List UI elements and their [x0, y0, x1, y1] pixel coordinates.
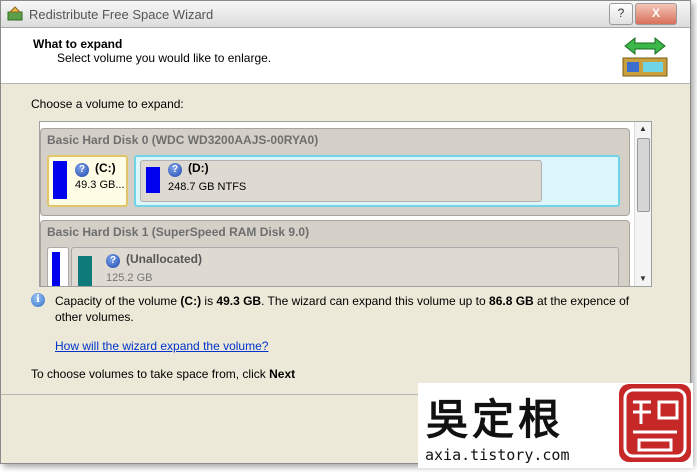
volume-c-bar — [53, 161, 67, 199]
footer-instruction: To choose volumes to take space from, cl… — [31, 367, 295, 381]
seal-stamp-icon — [619, 384, 691, 462]
capacity-text-part: Capacity of the volume — [55, 294, 181, 308]
disk-list-scrollbar[interactable]: ▲ ▼ — [634, 122, 651, 286]
help-icon: ? — [168, 163, 182, 177]
help-icon: ? — [75, 163, 89, 177]
volume-c-label: (C:) — [95, 161, 116, 175]
expand-volume-icon — [622, 36, 668, 77]
volume-d-info: 248.7 GB NTFS — [168, 181, 247, 193]
title-bar[interactable]: Redistribute Free Space Wizard ? X — [1, 1, 690, 28]
info-icon: i — [31, 293, 45, 307]
scroll-up-icon[interactable]: ▲ — [635, 122, 651, 136]
watermark-url: axia.tistory.com — [425, 446, 570, 464]
unallocated-bar — [78, 256, 92, 286]
capacity-text: Capacity of the volume (C:) is 49.3 GB. … — [55, 293, 655, 325]
help-icon: ? — [106, 254, 120, 268]
window-title: Redistribute Free Space Wizard — [29, 7, 214, 22]
watermark-text: 吳定根 — [426, 395, 565, 444]
wizard-header: What to expand Select volume you would l… — [1, 28, 690, 84]
volume-d-label: (D:) — [188, 161, 209, 175]
footer-text-part: To choose volumes to take space from, cl… — [31, 367, 270, 381]
capacity-text-part: . The wizard can expand this volume up t… — [261, 294, 490, 308]
scroll-down-icon[interactable]: ▼ — [635, 272, 651, 286]
unallocated-label: (Unallocated) — [126, 252, 203, 266]
footer-next-word: Next — [269, 367, 296, 381]
disk-0: Basic Hard Disk 0 (WDC WD3200AAJS-00RYA0… — [40, 128, 630, 216]
volume-d-bar — [146, 167, 160, 193]
disk-1: Basic Hard Disk 1 (SuperSpeed RAM Disk 9… — [40, 220, 630, 286]
page-title: What to expand — [33, 37, 123, 51]
volume-c[interactable]: ? (C:) 49.3 GB... — [47, 155, 128, 207]
disk-0-title: Basic Hard Disk 0 (WDC WD3200AAJS-00RYA0… — [47, 133, 319, 147]
scroll-thumb[interactable] — [637, 138, 650, 212]
choose-volume-label: Choose a volume to expand: — [31, 97, 184, 111]
unallocated-space[interactable]: ? (Unallocated) 125.2 GB — [71, 247, 619, 286]
volume-d[interactable]: ? (D:) 248.7 GB NTFS — [134, 155, 620, 207]
disk-list[interactable]: Basic Hard Disk 0 (WDC WD3200AAJS-00RYA0… — [39, 121, 652, 287]
close-button[interactable]: X — [635, 3, 677, 25]
volume-c-info: 49.3 GB... — [75, 179, 125, 191]
help-button[interactable]: ? — [609, 3, 633, 25]
capacity-max: 86.8 GB — [489, 294, 534, 308]
capacity-text-part: is — [201, 294, 217, 308]
volume-ram-bar — [52, 252, 60, 286]
capacity-size: 49.3 GB — [216, 294, 262, 308]
app-icon — [7, 6, 23, 21]
volume-ram[interactable] — [47, 247, 69, 286]
disk-1-title: Basic Hard Disk 1 (SuperSpeed RAM Disk 9… — [47, 225, 310, 239]
capacity-volume: (C:) — [180, 294, 202, 308]
page-subtitle: Select volume you would like to enlarge. — [57, 51, 272, 65]
how-expand-link[interactable]: How will the wizard expand the volume? — [55, 339, 268, 353]
unallocated-info: 125.2 GB — [106, 272, 153, 284]
